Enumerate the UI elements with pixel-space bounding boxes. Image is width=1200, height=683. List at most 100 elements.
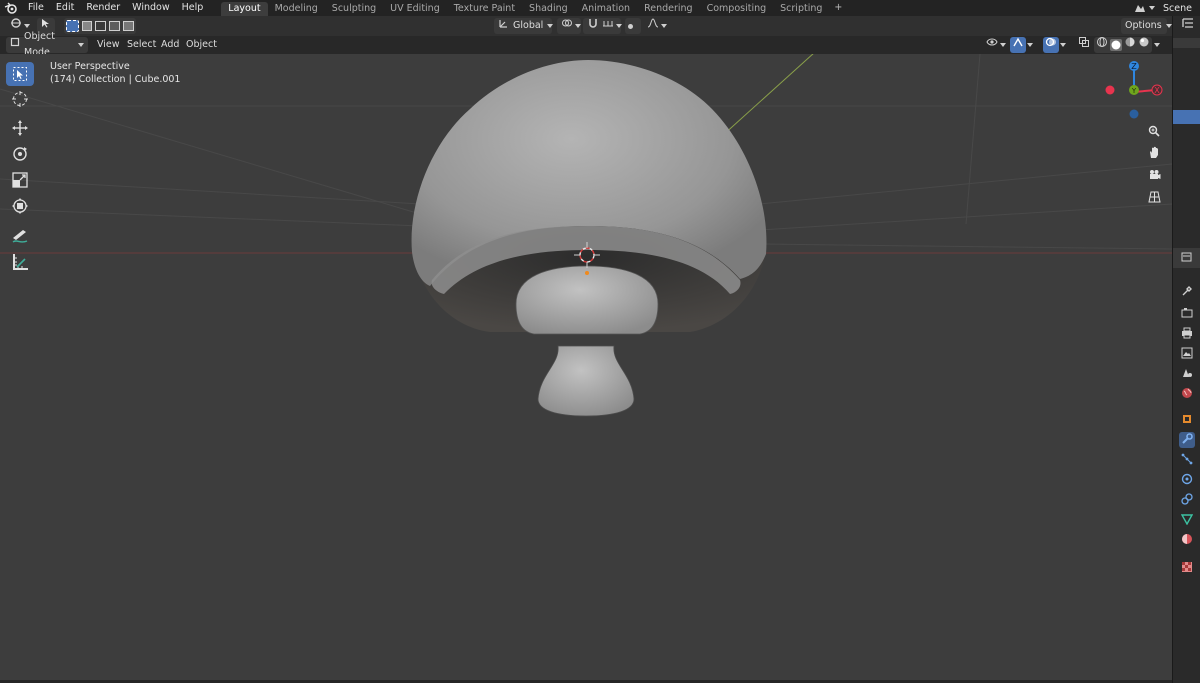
camera-view-button[interactable] bbox=[1144, 166, 1164, 186]
tool-annotate[interactable] bbox=[6, 224, 34, 248]
scale-icon bbox=[11, 171, 29, 189]
mushroom-stem bbox=[537, 345, 635, 417]
properties-icon bbox=[1181, 251, 1194, 266]
tool-select-box[interactable] bbox=[6, 62, 34, 86]
orientation-icon bbox=[498, 18, 509, 35]
tab-object-properties[interactable] bbox=[1179, 412, 1195, 428]
tab-render-properties[interactable] bbox=[1179, 306, 1195, 322]
tab-constraints-properties[interactable] bbox=[1179, 492, 1195, 508]
tab-sculpting[interactable]: Sculpting bbox=[325, 2, 383, 16]
outliner-selected-row[interactable] bbox=[1173, 110, 1200, 124]
tool-scale[interactable] bbox=[6, 168, 34, 192]
tab-rendering[interactable]: Rendering bbox=[637, 2, 700, 16]
add-workspace-button[interactable]: + bbox=[831, 1, 845, 15]
material-shading-icon[interactable] bbox=[1124, 36, 1136, 54]
tab-tool-properties[interactable] bbox=[1179, 284, 1195, 300]
overlays-toggle[interactable] bbox=[1043, 37, 1059, 53]
object-info-label: (174) Collection | Cube.001 bbox=[50, 74, 181, 85]
tab-material-properties[interactable] bbox=[1179, 532, 1195, 548]
tool-cursor[interactable] bbox=[6, 87, 34, 111]
tab-modeling[interactable]: Modeling bbox=[268, 2, 325, 16]
select-extend-icon[interactable] bbox=[81, 21, 93, 31]
xray-toggle[interactable] bbox=[1076, 37, 1092, 53]
tab-layout[interactable]: Layout bbox=[221, 1, 268, 16]
menu-object[interactable]: Object bbox=[182, 37, 221, 53]
proportional-editing-toggle[interactable] bbox=[625, 18, 641, 34]
mode-dropdown[interactable]: Object Mode bbox=[6, 31, 88, 58]
tool-move[interactable] bbox=[6, 116, 34, 140]
selection-mode-group[interactable] bbox=[64, 18, 136, 34]
tool-transform[interactable] bbox=[6, 194, 34, 218]
menu-help[interactable]: Help bbox=[176, 0, 210, 16]
menu-render[interactable]: Render bbox=[80, 0, 126, 16]
gizmo-toggle[interactable] bbox=[1010, 37, 1026, 53]
tab-scene-properties[interactable] bbox=[1179, 366, 1195, 382]
wireframe-shading-icon[interactable] bbox=[1096, 36, 1108, 54]
tab-output-properties[interactable] bbox=[1179, 326, 1195, 342]
menu-view[interactable]: View bbox=[93, 37, 124, 53]
solid-shading-icon[interactable] bbox=[1110, 39, 1122, 51]
proportional-falloff-dropdown[interactable] bbox=[643, 18, 667, 34]
snap-magnet-icon[interactable] bbox=[587, 17, 599, 35]
select-intersect-icon[interactable] bbox=[123, 21, 134, 31]
move-icon bbox=[11, 119, 29, 137]
shading-dropdown[interactable] bbox=[1152, 37, 1166, 53]
tab-shading[interactable]: Shading bbox=[522, 2, 575, 16]
select-invert-icon[interactable] bbox=[109, 21, 121, 31]
tab-view-layer-properties[interactable] bbox=[1179, 346, 1195, 362]
tab-physics-properties[interactable] bbox=[1179, 472, 1195, 488]
pan-button[interactable] bbox=[1144, 144, 1164, 164]
tab-particles-properties[interactable] bbox=[1179, 452, 1195, 468]
outliner-editor-button[interactable] bbox=[1177, 16, 1199, 32]
tab-modifier-properties[interactable] bbox=[1179, 432, 1195, 448]
zoom-icon bbox=[1148, 125, 1160, 140]
snap-group[interactable] bbox=[583, 17, 622, 35]
menu-edit[interactable]: Edit bbox=[50, 0, 80, 16]
tool-measure[interactable] bbox=[6, 250, 34, 274]
visibility-dropdown[interactable] bbox=[982, 37, 1008, 53]
transform-orientation-dropdown[interactable]: Global bbox=[494, 18, 554, 35]
menu-file[interactable]: File bbox=[22, 0, 50, 16]
tab-data-properties[interactable] bbox=[1179, 512, 1195, 528]
tool-rotate[interactable] bbox=[6, 142, 34, 166]
gizmo-neg-z-icon[interactable] bbox=[1129, 109, 1139, 119]
particles-icon bbox=[1181, 453, 1193, 468]
tab-scripting[interactable]: Scripting bbox=[773, 2, 829, 16]
scene-icon bbox=[1127, 2, 1149, 14]
tab-compositing[interactable]: Compositing bbox=[700, 2, 774, 16]
gizmo-neg-x-icon[interactable] bbox=[1105, 85, 1115, 95]
modifier-wrench-icon bbox=[1181, 432, 1193, 448]
pivot-point-dropdown[interactable] bbox=[557, 18, 581, 34]
tab-texture-paint[interactable]: Texture Paint bbox=[447, 2, 522, 16]
tab-uv-editing[interactable]: UV Editing bbox=[383, 2, 447, 16]
tab-world-properties[interactable] bbox=[1179, 386, 1195, 402]
overlays-dropdown[interactable] bbox=[1058, 37, 1072, 53]
menu-select[interactable]: Select bbox=[123, 37, 160, 53]
properties-editor-button[interactable] bbox=[1179, 250, 1195, 266]
chevron-down-icon bbox=[661, 24, 667, 28]
options-dropdown[interactable]: Options bbox=[1121, 18, 1172, 34]
chevron-down-icon bbox=[1165, 24, 1172, 28]
3d-viewport[interactable]: User Perspective (174) Collection | Cube… bbox=[0, 54, 1172, 680]
navigation-gizmo[interactable]: Z Y X bbox=[1100, 58, 1170, 124]
printer-icon bbox=[1181, 327, 1193, 342]
scene-selector[interactable]: Scene bbox=[1127, 0, 1200, 16]
shading-mode-group[interactable] bbox=[1094, 37, 1152, 53]
rendered-shading-icon[interactable] bbox=[1138, 36, 1150, 54]
tab-texture-properties[interactable] bbox=[1179, 560, 1195, 576]
editor-type-icon bbox=[10, 17, 22, 35]
gizmo-y-label: Y bbox=[1131, 87, 1137, 95]
tab-animation[interactable]: Animation bbox=[575, 2, 637, 16]
zoom-button[interactable] bbox=[1144, 122, 1164, 142]
proportional-dot-icon bbox=[628, 23, 633, 29]
properties-strip bbox=[1172, 16, 1200, 683]
gizmo-dropdown[interactable] bbox=[1025, 37, 1039, 53]
blender-logo-icon[interactable] bbox=[0, 0, 22, 16]
viewport-tool-header: Global Options bbox=[0, 16, 1172, 36]
menu-window[interactable]: Window bbox=[126, 0, 175, 16]
menu-add[interactable]: Add bbox=[157, 37, 183, 53]
snap-increment-icon[interactable] bbox=[602, 18, 614, 34]
select-subtract-icon[interactable] bbox=[95, 21, 107, 31]
ortho-toggle-button[interactable] bbox=[1144, 188, 1164, 208]
cursor-icon bbox=[11, 90, 29, 108]
